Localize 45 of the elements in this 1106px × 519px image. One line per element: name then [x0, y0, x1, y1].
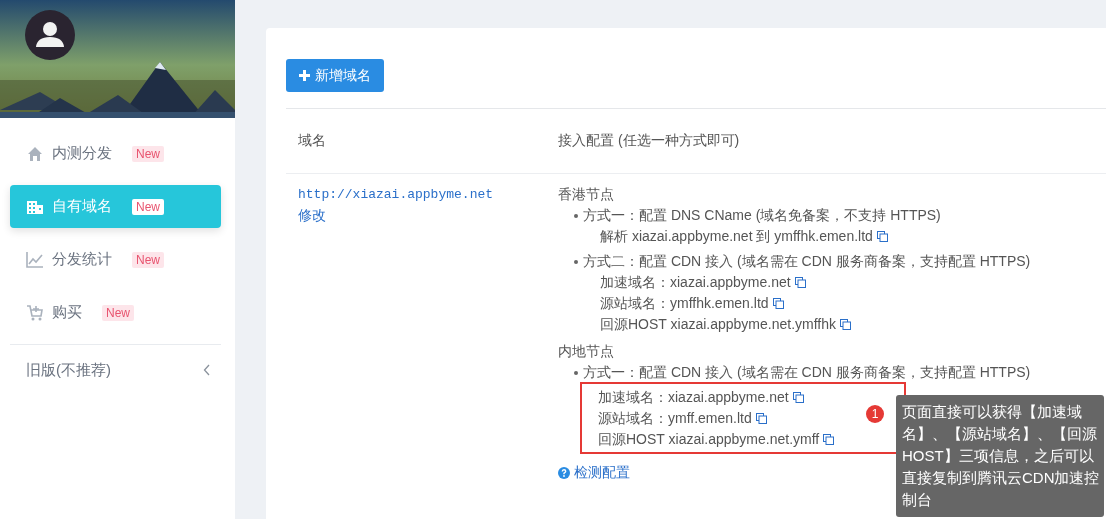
method-text: 方式二：配置 CDN 接入 (域名需在 CDN 服务商备案，支持配置 HTTPS): [583, 252, 1031, 271]
new-badge: New: [132, 198, 164, 215]
edit-link[interactable]: 修改: [298, 207, 326, 223]
copy-icon[interactable]: [755, 413, 767, 424]
config-text: 加速域名：xiazai.appbyme.net: [600, 273, 791, 292]
method-text: 方式一：配置 CDN 接入 (域名需在 CDN 服务商备案，支持配置 HTTPS): [583, 363, 1031, 382]
column-header: 域名: [297, 132, 327, 150]
column-header: 接入配置 (任选一种方式即可): [558, 132, 740, 150]
add-domain-button[interactable]: 新增域名: [286, 59, 384, 92]
config-text: 加速域名：xiazai.appbyme.net: [598, 388, 789, 407]
annotation-tooltip: 页面直接可以获得【加速域名】、【源站域名】、【回源HOST】三项信息，之后可以直接复制到腾讯云CDN加速控制台: [896, 395, 1104, 517]
copy-icon[interactable]: [772, 298, 784, 309]
copy-icon[interactable]: [823, 434, 835, 445]
new-badge: New: [132, 251, 164, 268]
copy-icon[interactable]: [840, 319, 852, 330]
copy-icon[interactable]: [794, 277, 806, 288]
node-title: 香港节点: [558, 185, 615, 204]
config-text: 源站域名：ymff.emen.ltd: [598, 409, 752, 428]
sidebar-item[interactable]: 自有域名 New: [10, 185, 221, 228]
step-number-badge: 1: [866, 405, 884, 423]
config-text: 解析 xiazai.appbyme.net 到 ymffhk.emen.ltd: [600, 227, 873, 246]
config-text: 源站域名：ymffhk.emen.ltd: [600, 294, 769, 313]
new-badge: New: [102, 304, 134, 321]
domain-text: http://xiazai.appbyme.net: [298, 186, 495, 204]
bullet-icon: [574, 259, 578, 264]
copy-icon[interactable]: [876, 231, 888, 242]
node-title: 内地节点: [558, 342, 615, 361]
help-icon: [558, 466, 570, 479]
sidebar-item[interactable]: 内测分发 New: [10, 132, 221, 175]
plus-icon: [299, 70, 310, 81]
config-text: 回源HOST xiazai.appbyme.net.ymffhk: [600, 315, 837, 334]
bullet-icon: [574, 213, 578, 218]
home-icon: [26, 144, 44, 163]
sidebar-item[interactable]: 分发统计 New: [10, 238, 221, 281]
cart-icon: [26, 303, 44, 322]
chart-icon: [26, 250, 44, 269]
config-text: 回源HOST xiazai.appbyme.net.ymff: [598, 430, 820, 449]
method-text: 方式一：配置 DNS CName (域名免备案，不支持 HTTPS): [583, 206, 941, 225]
check-config-link[interactable]: 检测配置: [558, 462, 630, 483]
sidebar-item[interactable]: 购买 New: [10, 291, 221, 334]
copy-icon[interactable]: [792, 392, 804, 403]
new-badge: New: [132, 145, 164, 162]
avatar-icon[interactable]: [25, 10, 75, 60]
legacy-menu-item[interactable]: 旧版(不推荐): [26, 345, 211, 395]
bullet-icon: [574, 370, 578, 375]
